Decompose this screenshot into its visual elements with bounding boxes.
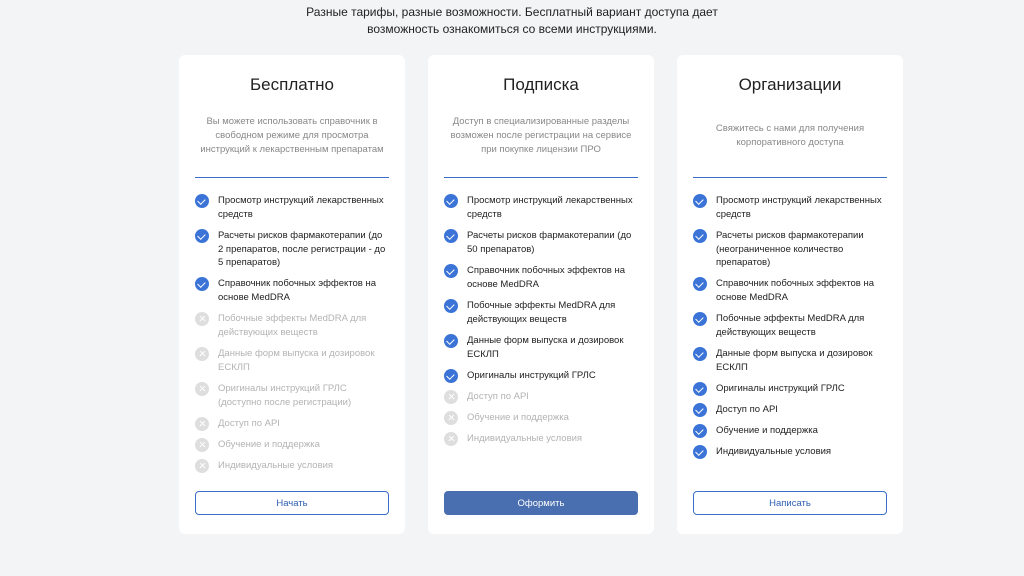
cross-circle-icon xyxy=(444,390,458,404)
feature-item: Обучение и поддержка xyxy=(444,411,638,425)
feature-label: Доступ по API xyxy=(716,404,778,415)
plan-title: Подписка xyxy=(503,75,579,94)
feature-item: Побочные эффекты MedDRA для действующих … xyxy=(195,312,389,339)
feature-label: Оригиналы инструкций ГРЛС xyxy=(716,383,845,394)
subscribe-button[interactable]: Оформить xyxy=(444,491,638,515)
cross-circle-icon xyxy=(195,382,209,396)
cross-circle-icon xyxy=(444,432,458,446)
cross-circle-icon xyxy=(195,417,209,431)
feature-item: Оригиналы инструкций ГРЛС xyxy=(444,369,638,383)
cross-circle-icon xyxy=(195,459,209,473)
plan-card-organizations: Организации Свяжитесь с нами для получен… xyxy=(677,55,903,534)
feature-item: Оригиналы инструкций ГРЛС (доступно посл… xyxy=(195,382,389,409)
feature-item: Данные форм выпуска и дозировок ЕСКЛП xyxy=(195,347,389,374)
feature-item: Просмотр инструкций лекарственных средст… xyxy=(693,194,887,221)
divider xyxy=(444,177,638,178)
check-circle-icon xyxy=(693,445,707,459)
check-circle-icon xyxy=(195,229,209,243)
feature-item: Данные форм выпуска и дозировок ЕСКЛП xyxy=(693,347,887,374)
plan-title: Организации xyxy=(738,75,842,94)
feature-item: Индивидуальные условия xyxy=(444,432,638,446)
feature-label: Побочные эффекты MedDRA для действующих … xyxy=(218,313,367,338)
check-circle-icon xyxy=(444,229,458,243)
feature-label: Обучение и поддержка xyxy=(716,425,818,436)
feature-label: Побочные эффекты MedDRA для действующих … xyxy=(716,313,865,338)
check-circle-icon xyxy=(444,369,458,383)
write-button[interactable]: Написать xyxy=(693,491,887,515)
check-circle-icon xyxy=(444,299,458,313)
feature-label: Расчеты рисков фармакотерапии (неогранич… xyxy=(716,230,864,268)
feature-label: Индивидуальные условия xyxy=(218,460,334,471)
check-circle-icon xyxy=(195,277,209,291)
feature-item: Обучение и поддержка xyxy=(195,438,389,452)
feature-item: Справочник побочных эффектов на основе M… xyxy=(195,277,389,304)
feature-label: Индивидуальные условия xyxy=(467,433,583,444)
plan-description: Вы можете использовать справочник в своб… xyxy=(200,116,384,155)
feature-item: Просмотр инструкций лекарственных средст… xyxy=(444,194,638,221)
feature-label: Обучение и поддержка xyxy=(467,412,569,423)
feature-label: Обучение и поддержка xyxy=(218,439,320,450)
feature-item: Индивидуальные условия xyxy=(693,445,887,459)
feature-item: Доступ по API xyxy=(693,403,887,417)
plan-title: Бесплатно xyxy=(250,75,334,94)
feature-item: Данные форм выпуска и дозировок ЕСКЛП xyxy=(444,334,638,361)
feature-label: Справочник побочных эффектов на основе M… xyxy=(716,278,875,303)
feature-label: Оригиналы инструкций ГРЛС (доступно посл… xyxy=(218,383,352,408)
check-circle-icon xyxy=(444,334,458,348)
feature-item: Доступ по API xyxy=(195,417,389,431)
feature-item: Расчеты рисков фармакотерапии (неогранич… xyxy=(693,229,887,270)
feature-item: Индивидуальные условия xyxy=(195,459,389,473)
feature-label: Побочные эффекты MedDRA для действующих … xyxy=(467,300,616,325)
feature-label: Индивидуальные условия xyxy=(716,446,832,457)
feature-item: Просмотр инструкций лекарственных средст… xyxy=(195,194,389,221)
plan-description: Доступ в специализированные разделы возм… xyxy=(450,116,632,155)
feature-item: Доступ по API xyxy=(444,390,638,404)
feature-label: Оригиналы инструкций ГРЛС xyxy=(467,370,596,381)
divider xyxy=(195,177,389,178)
feature-label: Расчеты рисков фармакотерапии (до 2 преп… xyxy=(218,230,386,268)
check-circle-icon xyxy=(693,229,707,243)
feature-item: Справочник побочных эффектов на основе M… xyxy=(444,264,638,291)
plan-card-free: Бесплатно Вы можете использовать справоч… xyxy=(179,55,405,534)
check-circle-icon xyxy=(693,347,707,361)
feature-item: Обучение и поддержка xyxy=(693,424,887,438)
check-circle-icon xyxy=(444,264,458,278)
intro-line-1: Разные тарифы, разные возможности. Беспл… xyxy=(306,5,718,19)
feature-item: Побочные эффекты MedDRA для действующих … xyxy=(693,312,887,339)
plan-card-subscription: Подписка Доступ в специализированные раз… xyxy=(428,55,654,534)
check-circle-icon xyxy=(693,312,707,326)
check-circle-icon xyxy=(693,382,707,396)
feature-item: Расчеты рисков фармакотерапии (до 2 преп… xyxy=(195,229,389,270)
feature-label: Просмотр инструкций лекарственных средст… xyxy=(716,195,882,220)
check-circle-icon xyxy=(693,194,707,208)
plan-description: Свяжитесь с нами для получения корпорати… xyxy=(715,123,865,148)
check-circle-icon xyxy=(444,194,458,208)
intro-text: Разные тарифы, разные возможности. Беспл… xyxy=(0,4,1024,38)
check-circle-icon xyxy=(693,424,707,438)
divider xyxy=(693,177,887,178)
feature-item: Расчеты рисков фармакотерапии (до 50 пре… xyxy=(444,229,638,256)
feature-item: Побочные эффекты MedDRA для действующих … xyxy=(444,299,638,326)
cross-circle-icon xyxy=(195,438,209,452)
feature-item: Справочник побочных эффектов на основе M… xyxy=(693,277,887,304)
feature-label: Просмотр инструкций лекарственных средст… xyxy=(218,195,384,220)
feature-label: Данные форм выпуска и дозировок ЕСКЛП xyxy=(218,348,375,373)
feature-label: Справочник побочных эффектов на основе M… xyxy=(218,278,377,303)
check-circle-icon xyxy=(693,403,707,417)
intro-line-2: возможность ознакомиться со всеми инстру… xyxy=(367,22,657,36)
feature-label: Просмотр инструкций лекарственных средст… xyxy=(467,195,633,220)
feature-label: Данные форм выпуска и дозировок ЕСКЛП xyxy=(467,335,624,360)
feature-label: Данные форм выпуска и дозировок ЕСКЛП xyxy=(716,348,873,373)
feature-item: Оригиналы инструкций ГРЛС xyxy=(693,382,887,396)
feature-label: Доступ по API xyxy=(218,418,280,429)
feature-label: Справочник побочных эффектов на основе M… xyxy=(467,265,626,290)
feature-label: Доступ по API xyxy=(467,391,529,402)
cross-circle-icon xyxy=(444,411,458,425)
feature-label: Расчеты рисков фармакотерапии (до 50 пре… xyxy=(467,230,632,255)
check-circle-icon xyxy=(693,277,707,291)
start-button[interactable]: Начать xyxy=(195,491,389,515)
check-circle-icon xyxy=(195,194,209,208)
cross-circle-icon xyxy=(195,312,209,326)
cross-circle-icon xyxy=(195,347,209,361)
